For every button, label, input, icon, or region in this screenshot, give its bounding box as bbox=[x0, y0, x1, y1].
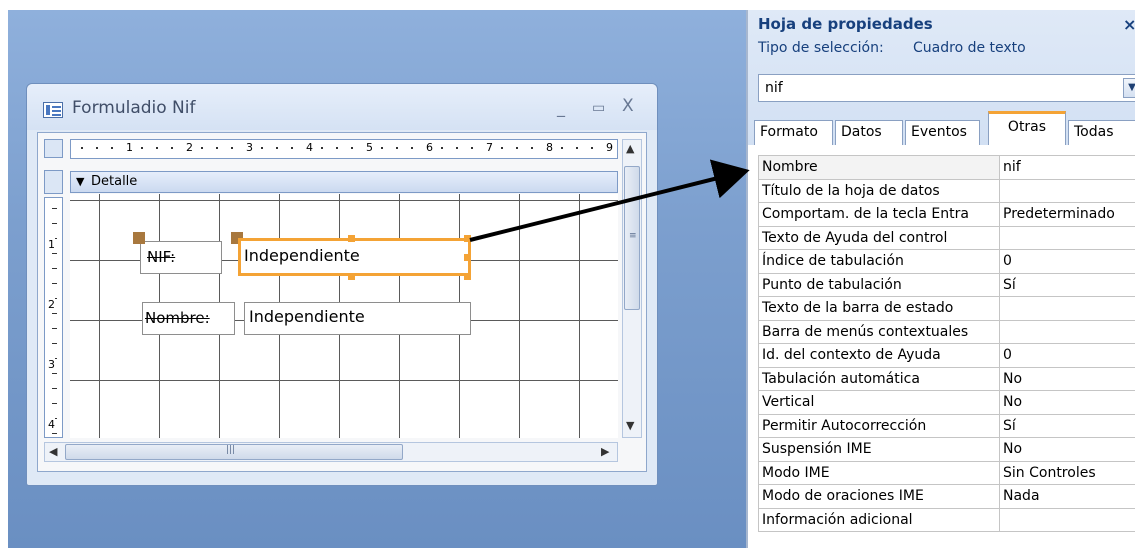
annotation-arrow bbox=[469, 159, 750, 242]
